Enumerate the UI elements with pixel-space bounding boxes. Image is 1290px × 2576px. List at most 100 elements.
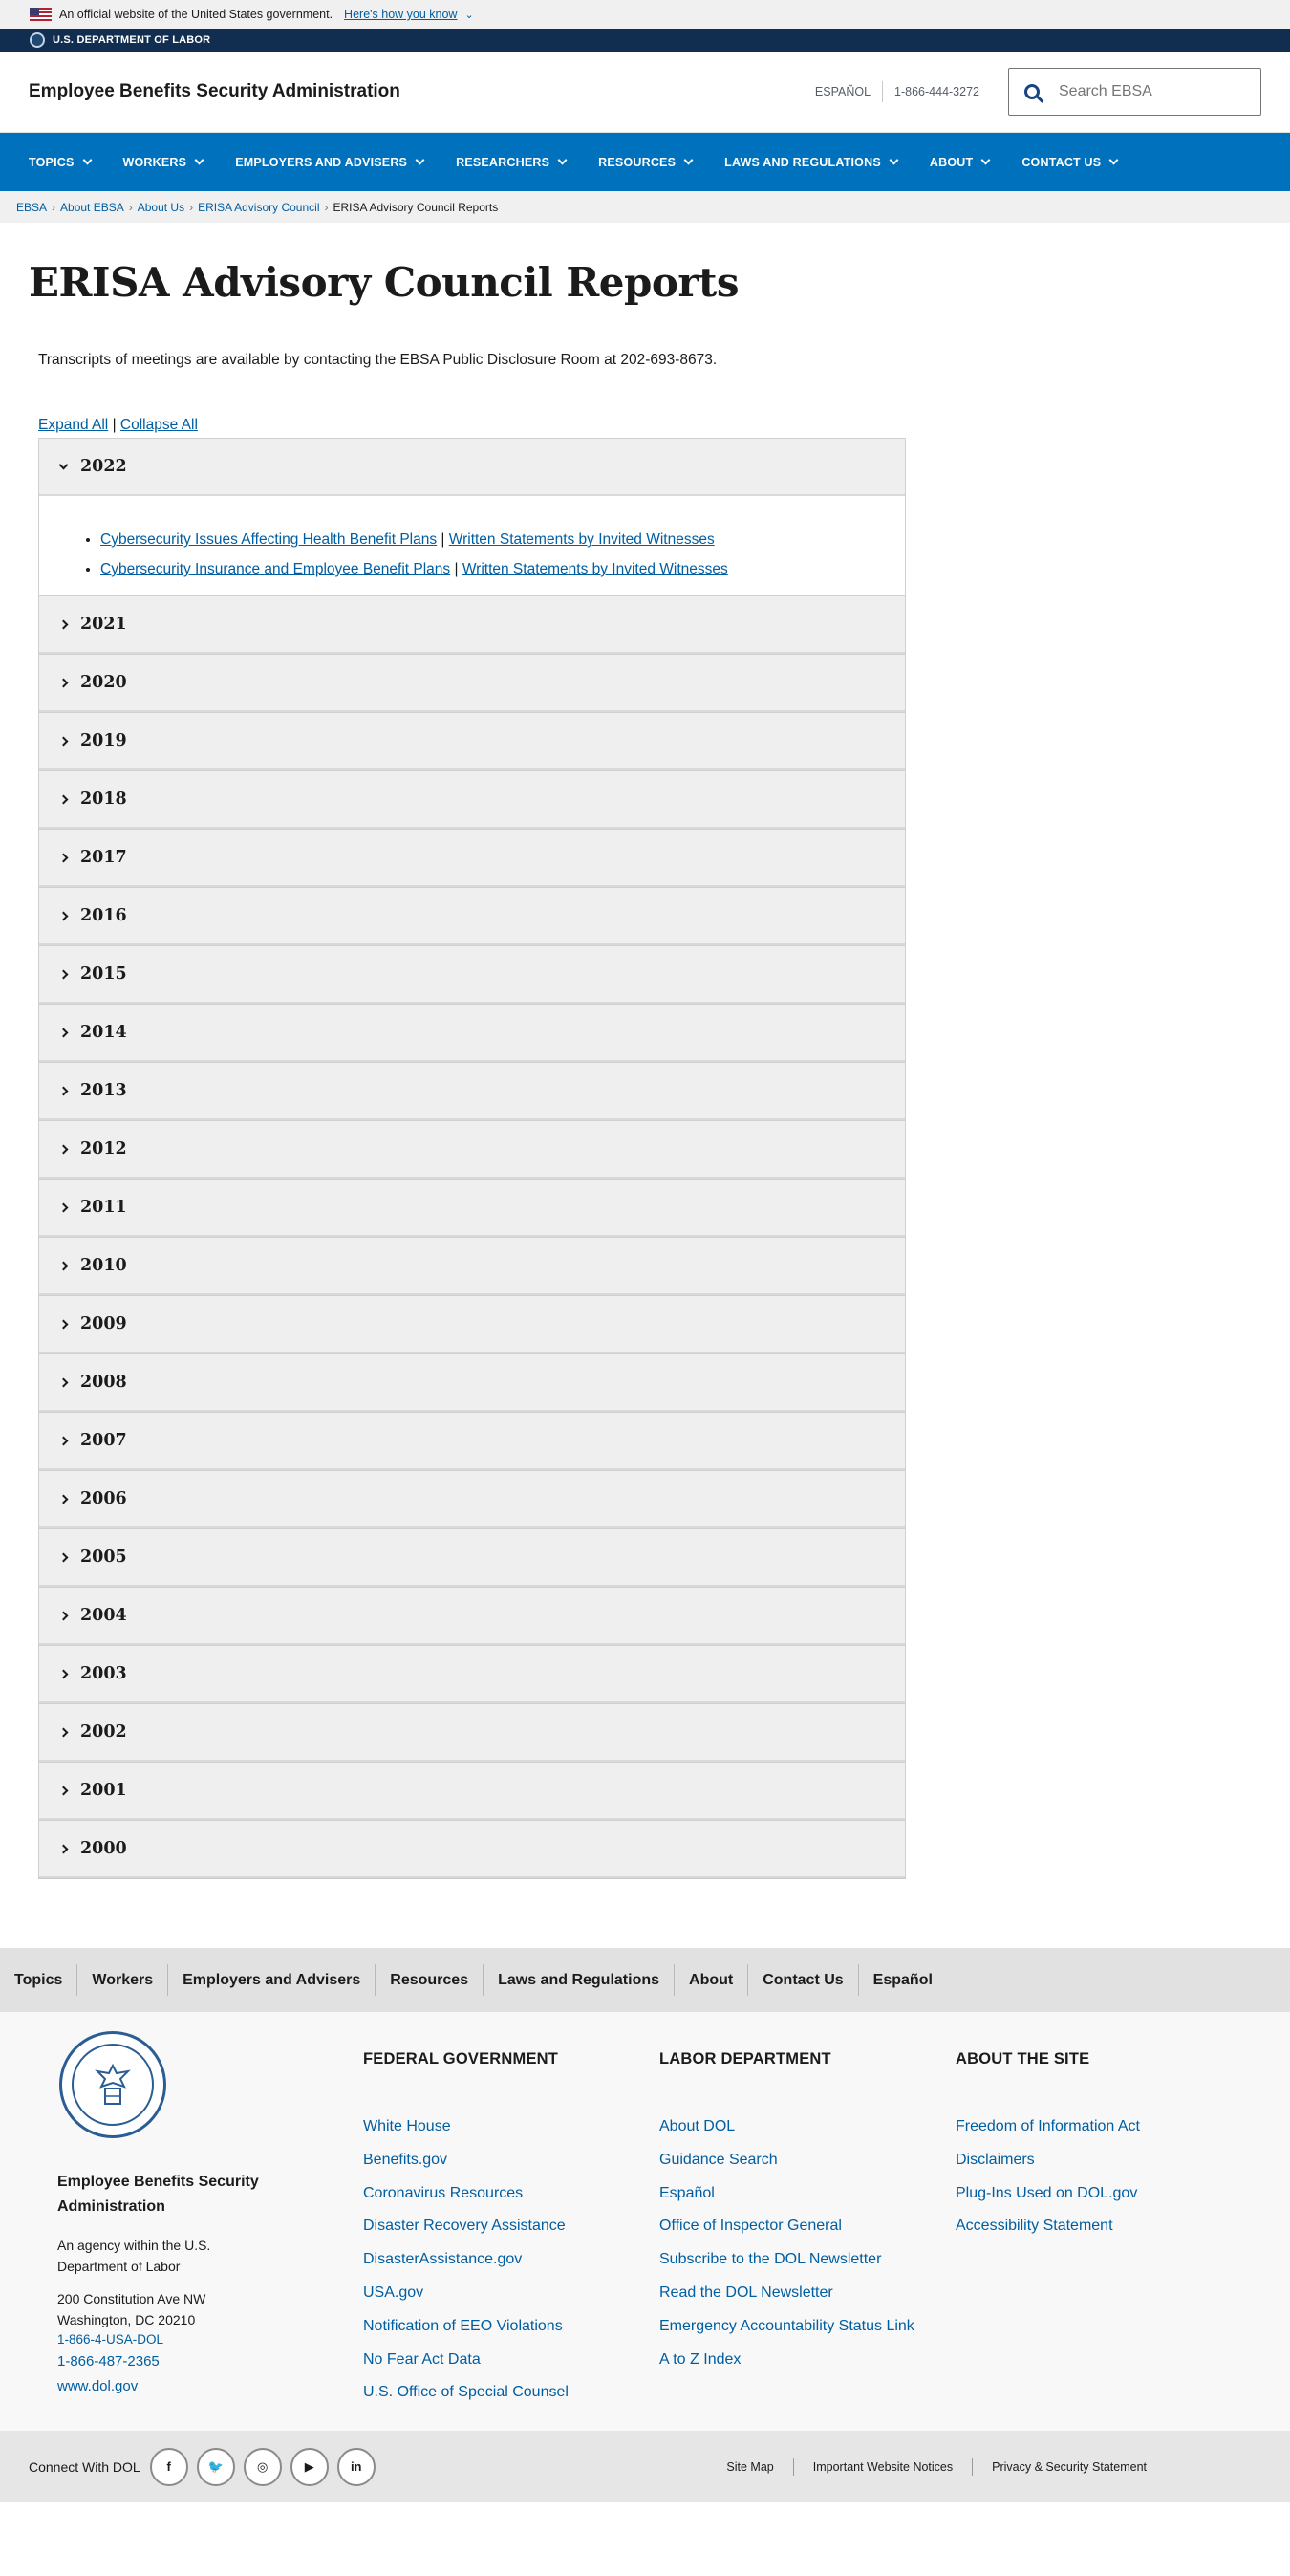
- footer-link-coronavirus-resources[interactable]: Coronavirus Resources: [363, 2177, 569, 2211]
- footer-link-guidance-search[interactable]: Guidance Search: [659, 2144, 914, 2177]
- agency-name[interactable]: Employee Benefits Security Administratio…: [29, 81, 815, 102]
- phone-link[interactable]: 1-866-444-3272: [894, 85, 979, 98]
- accordion-header[interactable]: 2011: [39, 1180, 905, 1237]
- chevron-right-icon: [58, 1028, 69, 1037]
- accordion-header[interactable]: 2020: [39, 655, 905, 712]
- accordion-year: 2015: [80, 964, 127, 984]
- facebook-icon[interactable]: f: [149, 2447, 188, 2486]
- accordion-header[interactable]: 2021: [39, 596, 905, 654]
- footer-link-u-s-office-of-special-counsel[interactable]: U.S. Office of Special Counsel: [363, 2376, 569, 2410]
- footer-nav-employers-and-advisers[interactable]: Employers and Advisers: [168, 1964, 376, 1996]
- breadcrumb-link-about-us[interactable]: About Us: [138, 201, 184, 214]
- footer-link-notification-of-eeo-violations[interactable]: Notification of EEO Violations: [363, 2310, 569, 2344]
- accordion-header[interactable]: 2015: [39, 946, 905, 1004]
- nav-item-about[interactable]: About: [929, 155, 991, 169]
- report-title-link[interactable]: Cybersecurity Insurance and Employee Ben…: [100, 561, 450, 577]
- footer-column-labor-department: LABOR DEPARTMENT About DOL Guidance Search…: [659, 2050, 914, 2376]
- footer-link-usa-gov[interactable]: USA.gov: [363, 2277, 569, 2310]
- footer-link-subscribe-to-the-dol-newsletter[interactable]: Subscribe to the DOL Newsletter: [659, 2243, 914, 2277]
- footer-link-plug-ins-used-on-dol-gov[interactable]: Plug-Ins Used on DOL.gov: [956, 2177, 1140, 2211]
- collapse-all-link[interactable]: Collapse All: [120, 417, 198, 433]
- footer-nav-laws-and-regulations[interactable]: Laws and Regulations: [484, 1964, 676, 1996]
- footer-link-disaster-recovery-assistance[interactable]: Disaster Recovery Assistance: [363, 2210, 569, 2243]
- accordion-header[interactable]: 2022: [39, 439, 905, 496]
- accordion-header[interactable]: 2002: [39, 1704, 905, 1762]
- accordion-header[interactable]: 2019: [39, 713, 905, 770]
- legal-link-site-map[interactable]: Site Map: [726, 2460, 773, 2474]
- accordion-header[interactable]: 2016: [39, 888, 905, 945]
- footer-link-read-the-dol-newsletter[interactable]: Read the DOL Newsletter: [659, 2277, 914, 2310]
- chevron-down-icon: [1108, 155, 1119, 165]
- dol-website-link[interactable]: www.dol.gov: [57, 2374, 277, 2399]
- nav-item-resources[interactable]: Resources: [598, 156, 694, 169]
- nav-item-researchers[interactable]: Researchers: [456, 156, 568, 169]
- accordion-header[interactable]: 2001: [39, 1763, 905, 1820]
- breadcrumb-link-erisa-advisory-council[interactable]: ERISA Advisory Council: [198, 201, 319, 214]
- footer-nav-contact-us[interactable]: Contact Us: [748, 1964, 859, 1996]
- accordion-header[interactable]: 2007: [39, 1413, 905, 1470]
- instagram-icon[interactable]: ◎: [243, 2447, 282, 2486]
- accordion-header[interactable]: 2018: [39, 771, 905, 829]
- report-title-link[interactable]: Cybersecurity Issues Affecting Health Be…: [100, 531, 437, 548]
- footer-nav-about[interactable]: About: [675, 1964, 749, 1996]
- footer-link-freedom-of-information-act[interactable]: Freedom of Information Act: [956, 2111, 1140, 2144]
- footer-nav-workers[interactable]: Workers: [77, 1964, 169, 1996]
- legal-divider: [792, 2457, 794, 2476]
- accordion-header[interactable]: 2013: [39, 1063, 905, 1120]
- nav-item-contact-us[interactable]: Contact Us: [1021, 155, 1119, 169]
- accordion-header[interactable]: 2010: [39, 1238, 905, 1295]
- footer-nav-espa-ol[interactable]: Español: [859, 1964, 947, 1996]
- footer-link-accessibility-statement[interactable]: Accessibility Statement: [956, 2210, 1140, 2243]
- footer-link-no-fear-act-data[interactable]: No Fear Act Data: [363, 2344, 569, 2377]
- accordion-year: 2007: [80, 1431, 127, 1450]
- nav-item-label: About: [929, 155, 974, 169]
- footer-link-about-dol[interactable]: About DOL: [659, 2111, 914, 2144]
- footer-link-a-to-z-index[interactable]: A to Z Index: [659, 2344, 914, 2377]
- accordion-header[interactable]: 2000: [39, 1821, 905, 1878]
- search-input[interactable]: [1059, 83, 1231, 100]
- accordion-header[interactable]: 2009: [39, 1296, 905, 1353]
- accordion-header[interactable]: 2012: [39, 1121, 905, 1179]
- phone-numeric-link[interactable]: 1-866-487-2365: [57, 2349, 277, 2374]
- footer-link-office-of-inspector-general[interactable]: Office of Inspector General: [659, 2210, 914, 2243]
- footer-link-espa-ol[interactable]: Español: [659, 2177, 914, 2211]
- footer-link-benefits-gov[interactable]: Benefits.gov: [363, 2144, 569, 2177]
- search-box[interactable]: [1008, 68, 1261, 116]
- accordion-header[interactable]: 2014: [39, 1005, 905, 1062]
- footer-nav-topics[interactable]: Topics: [0, 1964, 78, 1996]
- nav-item-topics[interactable]: Topics: [29, 156, 92, 169]
- linkedin-icon[interactable]: in: [336, 2447, 376, 2486]
- accordion-header[interactable]: 2005: [39, 1529, 905, 1587]
- dol-bar-text[interactable]: U.S. DEPARTMENT OF LABOR: [53, 34, 210, 46]
- footer-link-white-house[interactable]: White House: [363, 2111, 569, 2144]
- written-statements-link[interactable]: Written Statements by Invited Witnesses: [449, 531, 715, 548]
- footer-link-disclaimers[interactable]: Disclaimers: [956, 2144, 1140, 2177]
- accordion-header[interactable]: 2008: [39, 1354, 905, 1412]
- phone-usa-dol-link[interactable]: 1-866-4-USA-DOL: [57, 2330, 277, 2349]
- accordion-header[interactable]: 2004: [39, 1588, 905, 1645]
- expand-all-link[interactable]: Expand All: [38, 417, 108, 433]
- footer-link-disasterassistance-gov[interactable]: DisasterAssistance.gov: [363, 2243, 569, 2277]
- breadcrumb-separator: ›: [128, 200, 133, 214]
- legal-link-important-website-notices[interactable]: Important Website Notices: [813, 2460, 953, 2474]
- breadcrumb-link-ebsa[interactable]: EBSA: [16, 201, 47, 214]
- footer-nav-resources[interactable]: Resources: [376, 1964, 484, 1996]
- nav-item-laws-and-regulations[interactable]: Laws and Regulations: [724, 156, 899, 169]
- heres-how-you-know-link[interactable]: Here's how you know: [344, 8, 457, 21]
- accordion-header[interactable]: 2017: [39, 830, 905, 887]
- footer-link-emergency-accountability-status-link[interactable]: Emergency Accountability Status Link: [659, 2310, 914, 2344]
- nav-item-workers[interactable]: Workers: [123, 156, 204, 169]
- report-list-item: Cybersecurity Insurance and Employee Ben…: [100, 554, 905, 584]
- chevron-down-icon[interactable]: ⌄: [464, 9, 473, 21]
- legal-link-privacy-security-statement[interactable]: Privacy & Security Statement: [992, 2460, 1147, 2474]
- nav-item-employers-and-advisers[interactable]: Employers and Advisers: [235, 156, 425, 169]
- written-statements-link[interactable]: Written Statements by Invited Witnesses: [462, 561, 728, 577]
- espanol-link[interactable]: ESPAÑOL: [815, 85, 871, 98]
- accordion-header[interactable]: 2003: [39, 1646, 905, 1703]
- header-links: ESPAÑOL 1-866-444-3272: [815, 81, 979, 102]
- youtube-icon[interactable]: ▶: [290, 2447, 329, 2486]
- accordion-header[interactable]: 2006: [39, 1471, 905, 1528]
- breadcrumb-link-about-ebsa[interactable]: About EBSA: [60, 201, 124, 214]
- search-icon[interactable]: [1024, 84, 1040, 99]
- twitter-icon[interactable]: 🐦: [196, 2447, 235, 2486]
